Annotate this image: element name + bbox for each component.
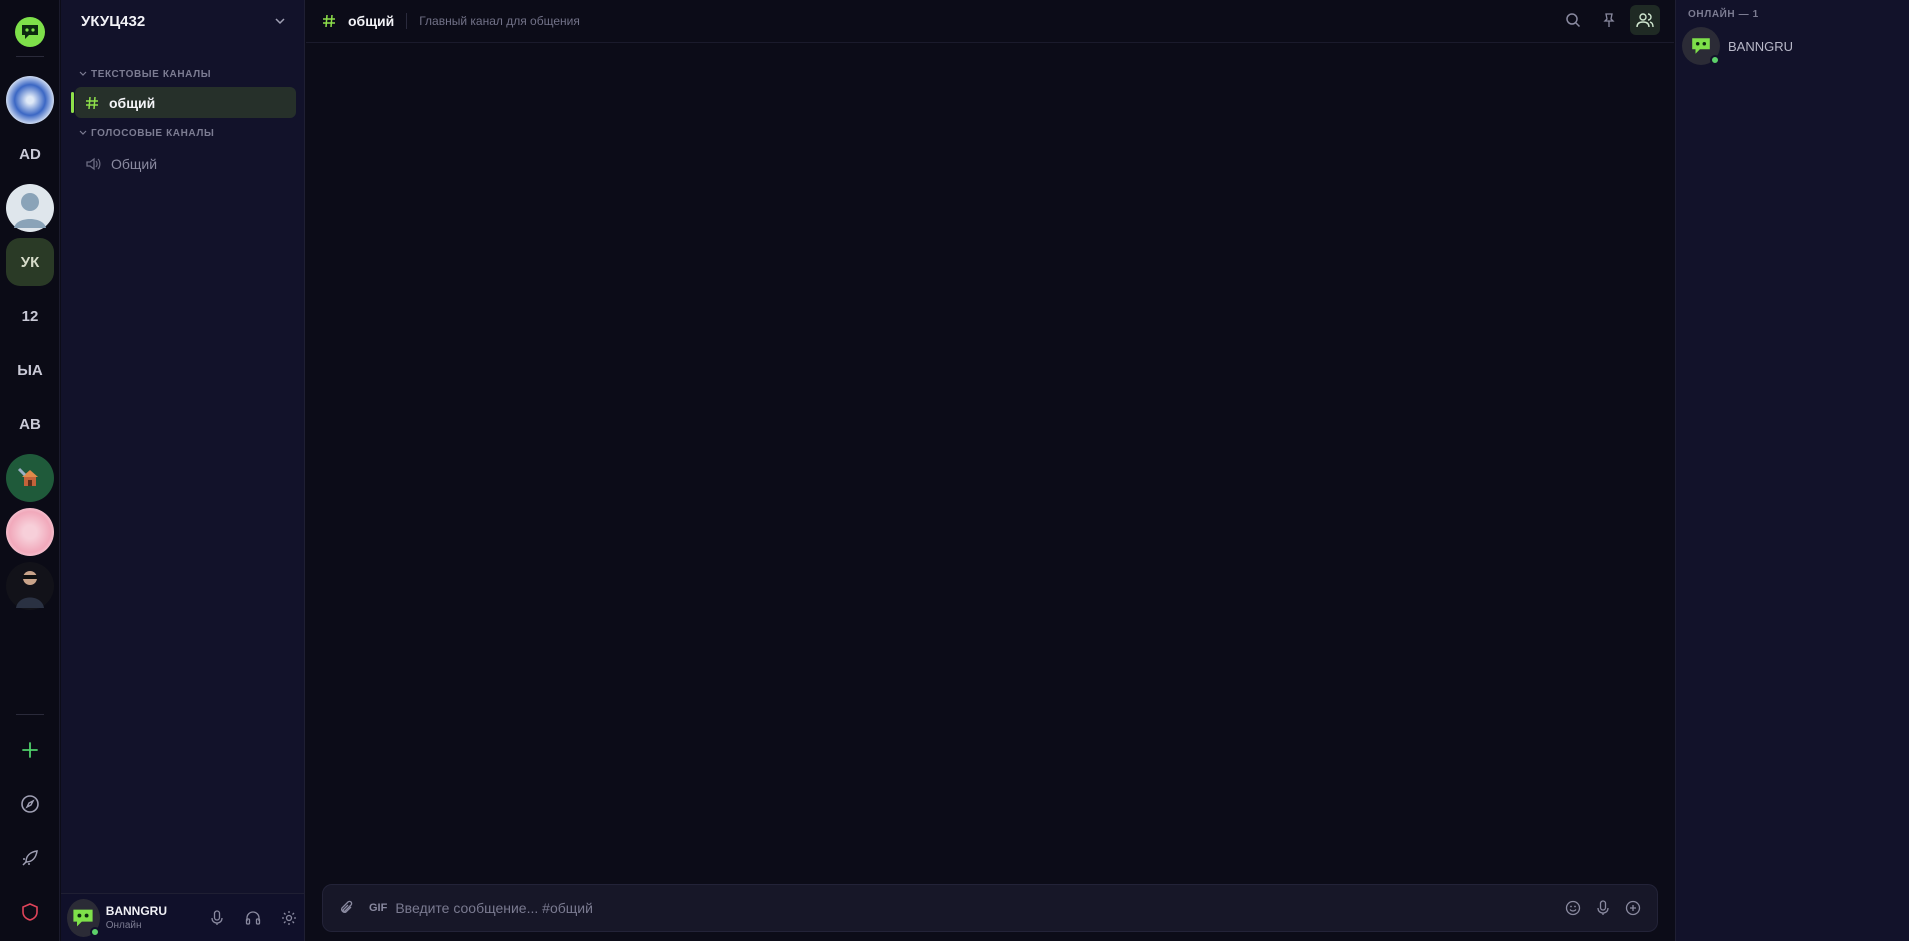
rocket-icon (22, 850, 38, 866)
message-input[interactable] (395, 900, 1561, 916)
online-status-dot (89, 926, 100, 937)
server-default-avatar[interactable] (6, 184, 54, 232)
channel-topic: Главный канал для общения (419, 14, 580, 28)
mute-button[interactable] (202, 903, 232, 933)
plus-circle-icon (1625, 900, 1641, 916)
channel-title: общий (348, 13, 395, 29)
server-name: УКУЦ432 (81, 12, 146, 30)
app-logo-icon[interactable] (15, 17, 45, 47)
admin-shield-button[interactable] (15, 897, 45, 927)
chevron-down-icon (275, 18, 285, 25)
server-header[interactable]: УКУЦ432 (61, 0, 304, 42)
speaker-icon (86, 157, 101, 170)
channel-label: общий (109, 94, 156, 111)
member-list: ОНЛАЙН — 1 BANNGRU (1675, 0, 1909, 941)
user-avatar-icon (73, 909, 93, 926)
avatar (1682, 27, 1720, 65)
person-photo-server-icon (16, 571, 44, 608)
microphone-icon (1597, 900, 1609, 915)
hash-icon (86, 96, 98, 109)
avatar[interactable] (67, 898, 100, 937)
channel-sidebar: УКУЦ432 ТЕКСТОВЫЕ КАНАЛЫ общий ГОЛОСОВЫЕ… (61, 0, 305, 941)
server-rail: AD УК 12 ЫА АВ (0, 0, 60, 941)
online-status-dot (1710, 55, 1720, 65)
default-avatar-server-icon (14, 193, 46, 228)
server-tools-house[interactable] (6, 454, 54, 502)
header-divider (406, 13, 408, 29)
header-actions (1558, 5, 1660, 35)
user-avatar-icon (1692, 38, 1710, 54)
voice-message-button[interactable] (1591, 896, 1615, 920)
members-icon (1636, 13, 1654, 28)
username: BANNGRU (105, 904, 168, 918)
channel-general-text[interactable]: общий (71, 87, 296, 118)
server-blue-pattern[interactable] (6, 76, 54, 124)
explore-icon (21, 795, 39, 813)
headphones-icon (245, 910, 261, 925)
channel-header: общий Главный канал для общения (306, 0, 1674, 43)
emoji-icon (1565, 900, 1581, 916)
attach-button[interactable] (335, 896, 359, 920)
server-ad[interactable]: AD (6, 130, 54, 178)
emoji-button[interactable] (1561, 896, 1585, 920)
search-button[interactable] (1558, 5, 1588, 35)
channel-label: Общий (111, 155, 158, 172)
user-status: Онлайн (105, 920, 142, 931)
server-ya[interactable]: ЫА (6, 346, 54, 394)
user-panel: BANNGRU Онлайн (61, 893, 304, 941)
members-online-header: ОНЛАЙН — 1 (1688, 9, 1759, 20)
tools-house-server-icon (17, 467, 38, 486)
gear-icon (282, 910, 296, 925)
server-12[interactable]: 12 (6, 292, 54, 340)
channel-general-voice[interactable]: Общий (75, 148, 296, 179)
add-server-button[interactable] (15, 735, 45, 765)
message-composer: GIF (322, 884, 1658, 932)
deafen-button[interactable] (238, 903, 268, 933)
chevron-down-icon (79, 71, 87, 76)
user-settings-button[interactable] (274, 903, 304, 933)
search-icon (1566, 13, 1581, 28)
server-person-photo[interactable] (6, 562, 54, 610)
shield-icon (22, 903, 38, 921)
chat-main: общий Главный канал для общения GIF (306, 0, 1674, 941)
member-name: BANNGRU (1728, 38, 1794, 54)
pin-icon (1603, 13, 1615, 27)
server-uk[interactable]: УК (6, 238, 54, 286)
boost-button[interactable] (15, 843, 45, 873)
category-text-channels[interactable]: ТЕКСТОВЫЕ КАНАЛЫ (61, 67, 304, 81)
microphone-icon (211, 909, 223, 925)
pinned-messages-button[interactable] (1594, 5, 1624, 35)
member-list-toggle[interactable] (1630, 5, 1660, 35)
more-options-button[interactable] (1621, 896, 1645, 920)
hash-icon (323, 14, 335, 28)
member-item[interactable]: BANNGRU (1682, 26, 1909, 66)
server-cherry-blossom[interactable] (6, 508, 54, 556)
category-voice-channels[interactable]: ГОЛОСОВЫЕ КАНАЛЫ (61, 126, 304, 140)
explore-button[interactable] (15, 789, 45, 819)
gif-button[interactable]: GIF (369, 902, 387, 914)
paperclip-icon (341, 900, 353, 913)
chevron-down-icon (79, 130, 87, 135)
rail-divider (16, 56, 44, 57)
server-av[interactable]: АВ (6, 400, 54, 448)
rail-divider (16, 714, 44, 715)
add-server-icon (22, 742, 38, 758)
